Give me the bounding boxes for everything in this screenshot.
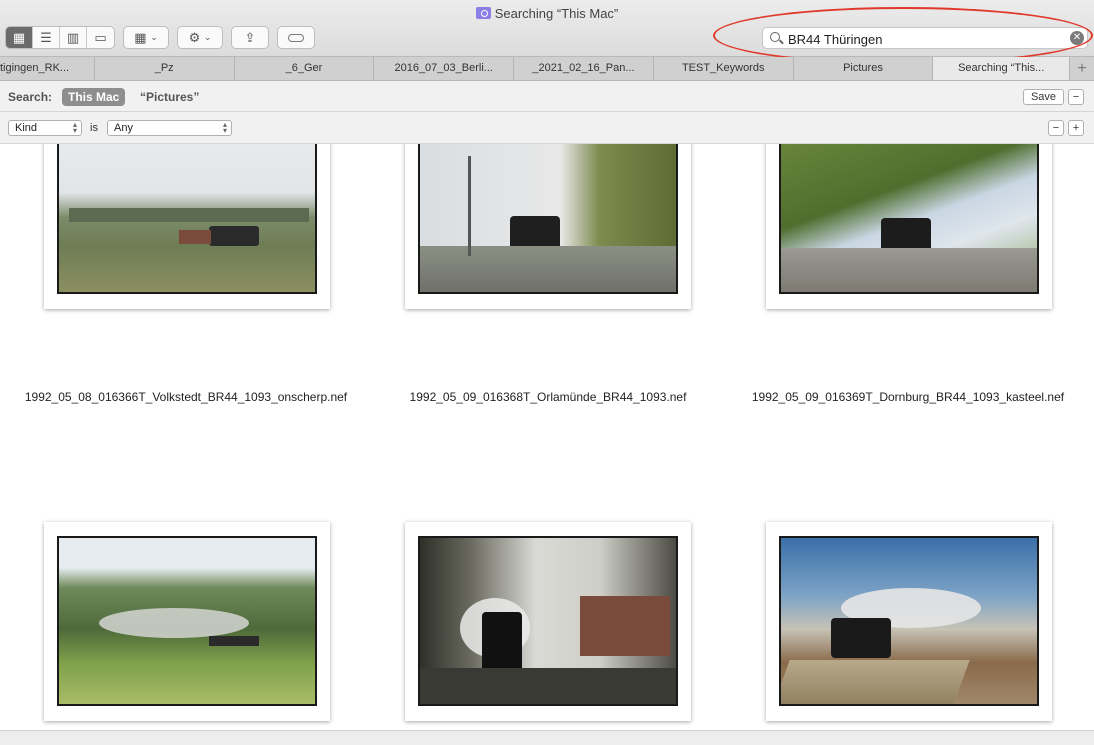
chevron-down-icon: ⌄ <box>150 32 158 42</box>
file-name[interactable]: 1992_05_09_016368T_Orlamünde_BR44_1093.n… <box>362 390 734 404</box>
window-title: Searching “This Mac” <box>0 6 1094 21</box>
file-thumbnail[interactable] <box>766 522 1052 721</box>
file-thumbnail[interactable] <box>44 522 330 721</box>
share-icon: ⇪ <box>244 29 256 45</box>
file-thumbnail[interactable] <box>405 522 691 721</box>
group-button[interactable]: ▦ ⌄ <box>123 26 169 49</box>
file-thumbnail[interactable] <box>766 144 1052 309</box>
search-icon <box>770 32 780 42</box>
search-criteria-bar: Kind ▴ ▾ is Any ▴ ▾ − + <box>0 112 1094 144</box>
tab-item[interactable]: 2016_07_03_Berli... <box>374 57 515 80</box>
smart-folder-icon <box>475 7 491 19</box>
file-thumbnail[interactable] <box>44 144 330 309</box>
chevron-down-icon: ⌄ <box>203 32 212 42</box>
value-select[interactable]: Any ▴ ▾ <box>107 120 232 136</box>
gallery-view-button[interactable]: ▭ <box>87 27 114 48</box>
remove-criteria-button[interactable]: − <box>1048 120 1064 136</box>
list-view-button[interactable]: ☰ <box>33 27 60 48</box>
share-button[interactable]: ⇪ <box>231 26 269 49</box>
tag-button[interactable] <box>277 26 315 49</box>
toolbar: Searching “This Mac” ▦ ☰ ▥ ▭ ▦ ⌄ ⚙ ⌄ ⇪ B… <box>0 0 1094 57</box>
icon-view-button[interactable]: ▦ <box>6 27 33 48</box>
photo-thumbnail <box>57 144 317 294</box>
attribute-value: Kind <box>15 122 38 134</box>
columns-icon: ▥ <box>66 29 80 45</box>
photo-thumbnail <box>418 144 678 294</box>
scope-pictures-button[interactable]: “Pictures” <box>140 90 199 104</box>
select-arrows-icon: ▴ ▾ <box>222 120 227 135</box>
add-criteria-button[interactable]: + <box>1068 120 1084 136</box>
operator-label: is <box>90 122 98 134</box>
select-arrows-icon: ▴ ▾ <box>72 120 77 135</box>
tab-item[interactable]: _6_Ger <box>235 57 375 80</box>
group-grid-icon: ▦ <box>134 29 147 45</box>
search-field[interactable]: BR44 Thüringen ✕ <box>762 27 1088 49</box>
save-search-button[interactable]: Save <box>1023 89 1064 105</box>
plus-icon: + <box>1072 122 1080 134</box>
scope-this-mac-button[interactable]: This Mac <box>62 88 126 106</box>
search-scope-bar: Search: This Mac “Pictures” Save − <box>0 81 1094 112</box>
gallery-icon: ▭ <box>94 29 107 45</box>
file-thumbnail[interactable] <box>405 144 691 309</box>
search-input[interactable]: BR44 Thüringen <box>788 32 882 47</box>
photo-thumbnail <box>779 536 1039 706</box>
gear-icon: ⚙ <box>188 29 201 45</box>
path-bar <box>0 730 1094 745</box>
action-button[interactable]: ⚙ ⌄ <box>177 26 223 49</box>
view-mode-control: ▦ ☰ ▥ ▭ <box>5 26 115 49</box>
attribute-select[interactable]: Kind ▴ ▾ <box>8 120 82 136</box>
file-name[interactable]: 1992_05_09_016369T_Dornburg_BR44_1093_ka… <box>722 390 1094 404</box>
minus-icon: − <box>1072 91 1080 103</box>
remove-scope-button[interactable]: − <box>1068 89 1084 105</box>
minus-icon: − <box>1052 122 1060 134</box>
list-icon: ☰ <box>40 29 52 45</box>
tag-icon <box>288 33 304 42</box>
photo-thumbnail <box>779 144 1039 294</box>
search-scope-label: Search: <box>8 90 53 104</box>
clear-search-icon[interactable]: ✕ <box>1070 31 1084 45</box>
results-grid: 1992_05_08_016366T_Volkstedt_BR44_1093_o… <box>0 144 1094 730</box>
tab-item-active[interactable]: Searching “This... <box>933 57 1071 80</box>
tab-item[interactable]: Pictures <box>794 57 934 80</box>
window-title-text: Searching “This Mac” <box>494 6 619 21</box>
tab-item[interactable]: _2021_02_16_Pan... <box>514 57 654 80</box>
tab-bar: tigingen_RK... _Pz _6_Ger 2016_07_03_Ber… <box>0 57 1094 81</box>
save-label: Save <box>1030 91 1057 103</box>
file-name[interactable]: 1992_05_08_016366T_Volkstedt_BR44_1093_o… <box>0 390 372 404</box>
tab-item[interactable]: TEST_Keywords <box>654 57 794 80</box>
criteria-value: Any <box>114 122 133 134</box>
grid-icon: ▦ <box>12 29 26 45</box>
add-tab-icon[interactable]: + <box>1070 57 1094 80</box>
tab-item[interactable]: tigingen_RK... <box>0 57 95 80</box>
photo-thumbnail <box>418 536 678 706</box>
photo-thumbnail <box>57 536 317 706</box>
tab-item[interactable]: _Pz <box>95 57 235 80</box>
column-view-button[interactable]: ▥ <box>60 27 87 48</box>
